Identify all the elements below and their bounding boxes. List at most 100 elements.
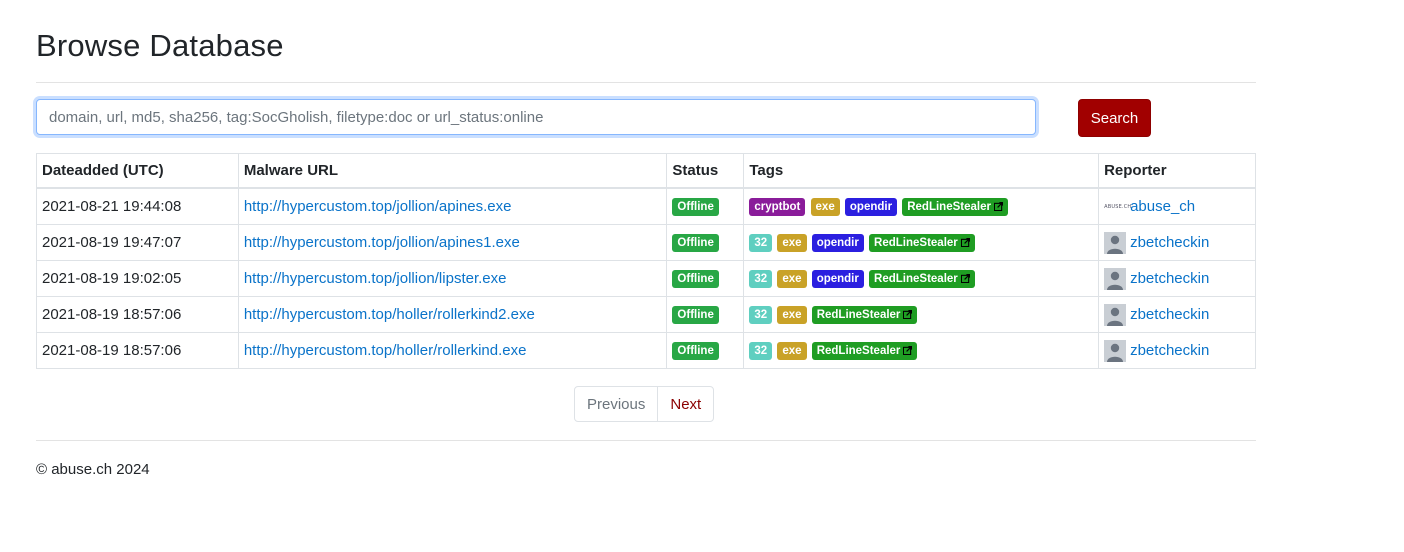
tag-badge[interactable]: opendir: [811, 233, 864, 252]
cell-dateadded: 2021-08-19 19:47:07: [36, 224, 239, 261]
external-link-icon: [993, 201, 1003, 211]
tag-label: exe: [782, 308, 802, 321]
malware-url-link[interactable]: http://hypercustom.top/jollion/lipster.e…: [244, 270, 507, 287]
cell-malware-url: http://hypercustom.top/jollion/lipster.e…: [237, 260, 668, 297]
tag-badge[interactable]: 32: [749, 305, 773, 324]
cell-status: Offline: [666, 187, 745, 225]
tag-badge[interactable]: exe: [777, 233, 807, 252]
tag-badge[interactable]: cryptbot: [749, 197, 806, 216]
table-row: 2021-08-21 19:44:08 http://hypercustom.to…: [36, 187, 1256, 225]
external-link-icon: [960, 237, 970, 247]
malware-url-link[interactable]: http://hypercustom.top/jollion/apines.ex…: [244, 198, 512, 215]
tag-badge[interactable]: opendir: [844, 197, 898, 216]
cell-tags: 32 exe opendir RedLineStealer: [743, 260, 1100, 297]
tag-label: exe: [782, 344, 802, 357]
tag-label: 32: [754, 308, 768, 321]
tag-badge[interactable]: RedLineStealer: [902, 197, 1008, 216]
malware-url-link[interactable]: http://hypercustom.top/holler/rollerkind…: [244, 306, 535, 323]
cell-tags: 32 exe opendir RedLineStealer: [743, 224, 1100, 261]
header-reporter[interactable]: Reporter: [1098, 153, 1256, 189]
table-row: 2021-08-19 19:02:05 http://hypercustom.to…: [36, 260, 1256, 297]
tag-badge[interactable]: RedLineStealer: [869, 233, 975, 252]
user-avatar-icon: [1104, 231, 1127, 254]
reporter-link[interactable]: zbetcheckin: [1130, 305, 1209, 322]
reporter-link[interactable]: zbetcheckin: [1130, 341, 1209, 358]
cell-status: Offline: [666, 260, 745, 297]
malware-url-link[interactable]: http://hypercustom.top/jollion/apines1.e…: [244, 234, 520, 251]
tag-label: RedLineStealer: [874, 236, 958, 249]
tag-badge[interactable]: RedLineStealer: [811, 305, 918, 324]
status-badge: Offline: [672, 341, 719, 360]
status-badge: Offline: [672, 233, 719, 252]
next-page-button[interactable]: Next: [658, 387, 713, 421]
tag-label: 32: [754, 344, 768, 357]
tag-label: RedLineStealer: [816, 344, 901, 357]
pagination: Previous Next: [574, 386, 715, 422]
header-tags[interactable]: Tags: [743, 153, 1100, 189]
page-title: Browse Database: [36, 28, 284, 63]
reporter-link[interactable]: zbetcheckin: [1130, 269, 1209, 286]
cell-malware-url: http://hypercustom.top/jollion/apines.ex…: [237, 187, 668, 225]
title-divider: [36, 82, 1256, 83]
header-status[interactable]: Status: [666, 153, 745, 189]
tag-label: exe: [815, 200, 835, 213]
cell-malware-url: http://hypercustom.top/holler/rollerkind…: [237, 332, 668, 369]
tag-label: 32: [754, 236, 768, 249]
tag-badge[interactable]: 32: [749, 269, 773, 288]
tag-label: opendir: [816, 272, 859, 285]
table-row: 2021-08-19 18:57:06 http://hypercustom.to…: [36, 332, 1256, 369]
abuse-ch-logo-icon: ABUSE.CH: [1104, 204, 1132, 211]
malware-url-link[interactable]: http://hypercustom.top/holler/rollerkind…: [244, 342, 527, 359]
cell-malware-url: http://hypercustom.top/holler/rollerkind…: [237, 296, 668, 333]
cell-reporter: ABUSE.CHabuse_ch: [1098, 187, 1256, 225]
cell-reporter: zbetcheckin: [1098, 224, 1256, 261]
tag-badge[interactable]: opendir: [811, 269, 864, 288]
tag-badge[interactable]: RedLineStealer: [811, 341, 918, 360]
tag-badge[interactable]: 32: [749, 341, 773, 360]
reporter-link[interactable]: abuse_ch: [1130, 198, 1195, 215]
cell-status: Offline: [666, 296, 745, 333]
tag-badge[interactable]: exe: [777, 305, 807, 324]
external-link-icon: [960, 273, 970, 283]
tag-label: opendir: [816, 236, 859, 249]
footer-divider: [36, 440, 1256, 441]
tag-label: 32: [754, 272, 768, 285]
cell-dateadded: 2021-08-21 19:44:08: [36, 187, 239, 225]
footer-copyright: © abuse.ch 2024: [36, 461, 150, 478]
header-malware-url[interactable]: Malware URL: [237, 153, 668, 189]
tag-badge[interactable]: exe: [777, 269, 807, 288]
cell-dateadded: 2021-08-19 19:02:05: [36, 260, 239, 297]
cell-tags: 32 exe RedLineStealer: [743, 332, 1100, 369]
cell-tags: 32 exe RedLineStealer: [743, 296, 1100, 333]
previous-page-button[interactable]: Previous: [575, 387, 659, 421]
user-avatar-icon: [1104, 267, 1127, 290]
search-button[interactable]: Search: [1078, 99, 1151, 137]
external-link-icon: [903, 345, 913, 355]
tag-label: RedLineStealer: [874, 272, 958, 285]
tag-label: RedLineStealer: [907, 200, 991, 213]
tag-label: opendir: [849, 200, 893, 213]
cell-reporter: zbetcheckin: [1098, 296, 1256, 333]
status-badge: Offline: [672, 305, 719, 324]
tag-label: RedLineStealer: [816, 308, 901, 321]
cell-malware-url: http://hypercustom.top/jollion/apines1.e…: [237, 224, 668, 261]
cell-dateadded: 2021-08-19 18:57:06: [36, 332, 239, 369]
header-dateadded[interactable]: Dateadded (UTC): [36, 153, 239, 189]
cell-reporter: zbetcheckin: [1098, 260, 1256, 297]
tag-badge[interactable]: exe: [777, 341, 807, 360]
table-body: 2021-08-21 19:44:08 http://hypercustom.to…: [36, 187, 1256, 369]
cell-reporter: zbetcheckin: [1098, 332, 1256, 369]
user-avatar-icon: [1104, 339, 1127, 362]
tag-label: exe: [782, 236, 802, 249]
status-badge: Offline: [672, 269, 719, 288]
tag-badge[interactable]: RedLineStealer: [869, 269, 975, 288]
table-row: 2021-08-19 18:57:06 http://hypercustom.to…: [36, 296, 1256, 333]
status-badge: Offline: [672, 197, 719, 216]
cell-status: Offline: [666, 224, 745, 261]
malware-url-table: Dateadded (UTC) Malware URL Status Tags …: [36, 153, 1256, 369]
reporter-link[interactable]: zbetcheckin: [1130, 233, 1209, 250]
tag-badge[interactable]: 32: [749, 233, 773, 252]
tag-badge[interactable]: exe: [810, 197, 840, 216]
cell-status: Offline: [666, 332, 745, 369]
search-input[interactable]: [36, 99, 1036, 135]
